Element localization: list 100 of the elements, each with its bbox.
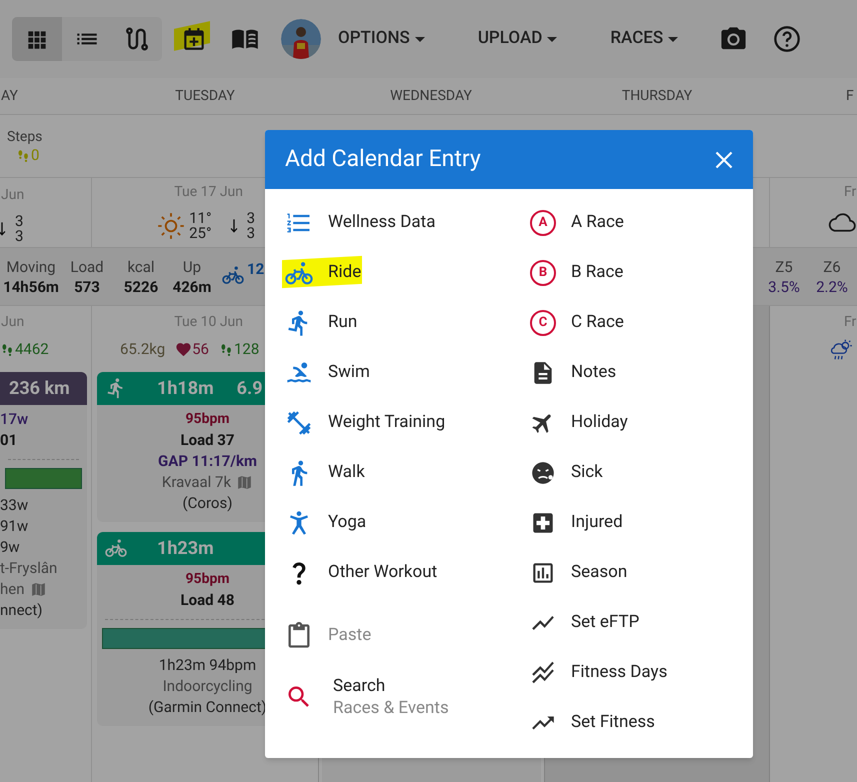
menu-item[interactable]: Fitness Days [530,648,668,698]
card-text: nnect) [0,600,43,620]
race-badge: A [530,210,556,236]
resting-hr: 56 [192,339,209,360]
card-text: 9w [0,536,20,558]
caret-icon [668,36,678,42]
wind-value: 3 [15,214,24,229]
footprints-icon [16,148,31,162]
stat-value: 14h56m [3,276,59,296]
day-header: WEDNESDAY [390,88,472,104]
stat-label: kcal [127,256,155,276]
view-tab[interactable] [12,17,62,61]
card-text: GAP 11:17/km [158,450,257,472]
menu-item[interactable]: Injured [530,498,668,548]
bicycle-icon [222,264,244,286]
card-text: Kravaal 7k [162,472,232,492]
date-label: Tue 17 Jun [174,183,243,202]
date-label: Tue 10 Jun [174,313,243,331]
card-text: (Coros) [182,492,232,514]
card-text: Indoorcycling [162,676,252,696]
menu-item[interactable]: Wellness Data [285,198,510,248]
menu-item[interactable]: C C Race [530,298,668,348]
menu-item[interactable]: Holiday [530,398,668,448]
stat-value: 426m [172,276,212,296]
zone-value: 3.5% [768,276,800,296]
map-icon [30,580,46,598]
card-text: t-Fryslân [0,558,58,578]
card-title: 1h18m [157,376,214,400]
race-badge: B [530,260,556,286]
footprints-icon [0,342,15,357]
card-text: 33w [0,494,28,516]
footprints-icon [219,342,234,357]
date-label: Jun [1,313,24,331]
menu-item[interactable]: Other Workout [285,548,510,598]
date-label: Fr [843,313,857,331]
route-icon [124,26,150,52]
caret-icon [547,36,558,42]
menu-button[interactable]: UPLOAD [478,19,558,59]
stat-value: 573 [74,276,100,296]
day-header: F [846,88,854,104]
steps-value: 4462 [15,339,49,360]
day-header: THURSDAY [622,88,692,104]
card-title: 1h23m [157,536,214,560]
menu-item[interactable]: Swim [285,348,510,398]
zone-value: 2.2% [816,276,848,296]
card-title: 236 km [9,376,70,400]
search-item[interactable]: Search Races & Events [285,666,510,728]
help-icon [773,25,802,53]
date-label: Fr [843,183,857,202]
menu-item[interactable]: Ride [285,248,510,298]
card-text: 17w [0,408,28,430]
menu-item[interactable]: Season [530,548,668,598]
summary-label: Steps [7,128,44,146]
avatar[interactable] [281,19,321,59]
menu-item[interactable]: B B Race [530,248,668,298]
temperature: 25° [189,226,212,241]
race-badge: C [530,310,556,336]
menu-item[interactable]: Set Fitness [530,698,668,748]
wind-value: 3 [246,226,255,241]
menu-item[interactable]: Yoga [285,498,510,548]
menu-item[interactable]: Set eFTP [530,598,668,648]
menu-item[interactable]: Walk [285,448,510,498]
menu-item[interactable]: A A Race [530,198,668,248]
map-icon [236,474,254,490]
stat-label: Moving [6,256,56,276]
dumbbell-icon [285,409,313,437]
heart-icon [175,340,192,358]
ride-total: 12 [247,259,264,280]
menu-item[interactable]: Weight Training [285,398,510,448]
card-text: (Garmin Connect) [148,696,267,718]
card-text: 91w [0,516,28,536]
stat-label: Load [70,256,104,276]
card-title: 6.9 [236,376,263,400]
card-text: Load 37 [180,430,234,450]
bicycle-icon [285,259,313,287]
bicycle-icon [105,537,127,559]
zone-label: Z5 [775,256,793,276]
card-text: Load 48 [180,590,234,610]
zone-label: Z6 [823,256,841,276]
menu-button[interactable]: RACES [610,19,678,59]
card-text: 95bpm [186,410,230,428]
caret-icon [414,36,425,42]
wind-value: 3 [15,229,24,244]
day-header: AY [1,88,18,104]
sun-icon [157,212,186,240]
date-label: Jun [1,186,24,205]
dialog-title: Add Calendar Entry [285,144,481,174]
steps-value: 0 [31,146,40,164]
steps-value: 128 [234,339,260,360]
weight-value: 65.2kg [120,339,166,360]
menu-item[interactable]: Run [285,298,510,348]
menu-item[interactable]: Notes [530,348,668,398]
item-label: Search [333,675,386,697]
day-header: TUESDAY [175,88,235,104]
menu-item[interactable]: Sick [530,448,668,498]
item-sublabel: Races & Events [333,697,449,719]
menu-button[interactable]: OPTIONS [338,19,425,59]
temperature: 11° [189,211,212,226]
stat-value: 5226 [124,276,158,296]
close-icon [714,150,734,170]
